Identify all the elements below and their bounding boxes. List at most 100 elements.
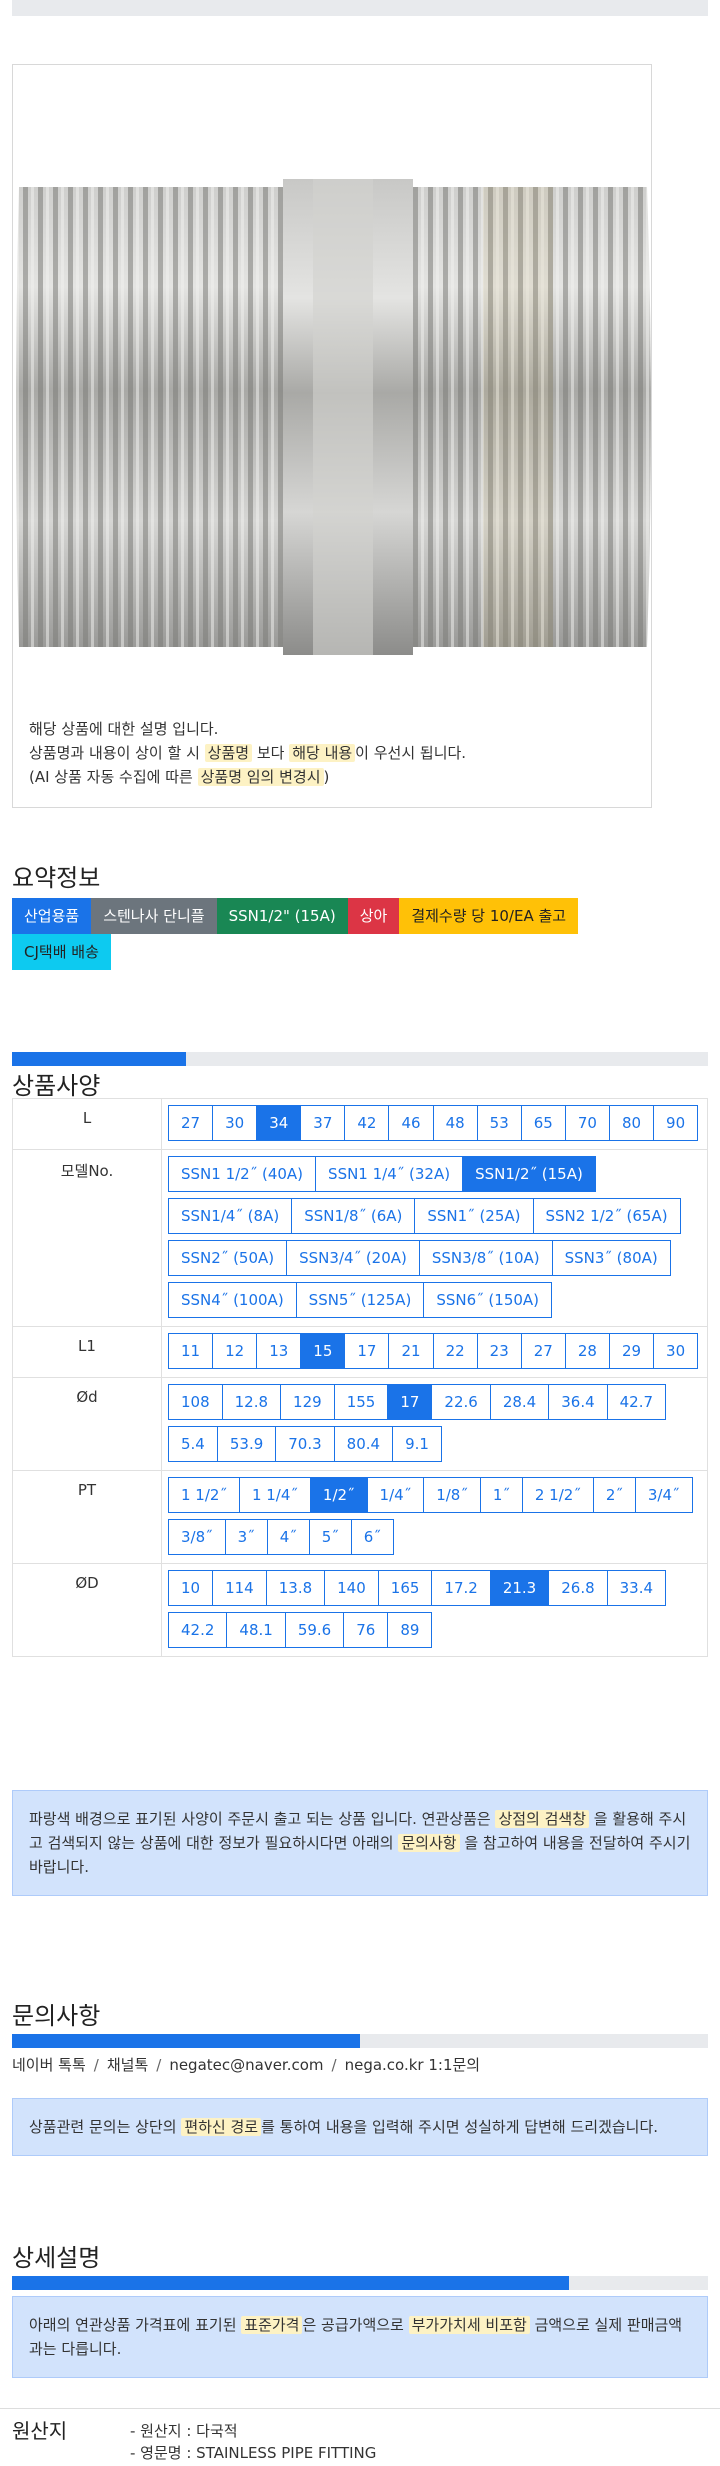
spec-option[interactable]: 108 [168,1384,223,1420]
spec-title: 상품사양 [12,1072,101,1100]
spec-option[interactable]: 37 [300,1105,346,1141]
spec-option[interactable]: 21 [388,1333,434,1369]
spec-progress-bar [12,1052,708,1066]
spec-option[interactable]: 42 [344,1105,390,1141]
spec-option[interactable]: 129 [280,1384,335,1420]
spec-option[interactable]: 30 [212,1105,258,1141]
spec-option[interactable]: SSN1 1/4˝ (32A) [315,1156,464,1192]
spec-option[interactable]: 2˝ [592,1477,636,1513]
spec-option[interactable]: 1 1/4˝ [238,1477,311,1513]
spec-option[interactable]: 140 [324,1570,379,1606]
spec-option[interactable]: SSN2 1/2˝ (65A) [532,1198,681,1234]
spec-option[interactable]: 22 [432,1333,478,1369]
spec-option[interactable]: SSN1˝ (25A) [414,1198,534,1234]
spec-option[interactable]: 3/4˝ [634,1477,693,1513]
spec-option[interactable]: 89 [387,1612,433,1648]
spec-option[interactable]: 59.6 [284,1612,345,1648]
spec-option[interactable]: 9.1 [392,1426,442,1462]
separator: / [156,2056,162,2074]
spec-option[interactable]: SSN1/8˝ (6A) [291,1198,416,1234]
spec-option[interactable]: 12 [212,1333,258,1369]
spec-option[interactable]: SSN4˝ (100A) [168,1282,297,1318]
spec-option[interactable]: SSN5˝ (125A) [295,1282,425,1318]
spec-table: L 27 30 34 37 42 46 48 53 65 70 80 90 모델No. SSN1 1/2˝ … [12,1098,708,1657]
spec-option-selected[interactable]: 21.3 [489,1570,550,1606]
spec-option[interactable]: 53.9 [216,1426,277,1462]
spec-option[interactable]: 4˝ [266,1519,310,1555]
spec-option[interactable]: 53 [476,1105,522,1141]
spec-option[interactable]: 42.7 [606,1384,667,1420]
spec-option-selected[interactable]: 34 [256,1105,302,1141]
spec-option[interactable]: 80.4 [333,1426,394,1462]
spec-option[interactable]: 10 [168,1570,214,1606]
spec-option[interactable]: 46 [388,1105,434,1141]
spec-option[interactable]: 17.2 [431,1570,491,1606]
desc-text: 이 우선시 됩니다. [355,744,467,762]
naver-talk-link[interactable]: 네이버 톡톡 [12,2056,86,2074]
spec-label: PT [12,1470,162,1564]
spec-option[interactable]: 12.8 [221,1384,282,1420]
spec-option[interactable]: 1/4˝ [366,1477,425,1513]
spec-option[interactable]: 48.1 [226,1612,286,1648]
channel-talk-link[interactable]: 채널톡 [107,2056,148,2074]
spec-option[interactable]: 13 [256,1333,302,1369]
spec-option[interactable]: 36.4 [548,1384,608,1420]
origin-title: 원산지 [12,2419,68,2443]
separator: / [93,2056,99,2074]
spec-option[interactable]: 23 [476,1333,522,1369]
spec-row: PT 1 1/2˝ 1 1/4˝ 1/2˝ 1/4˝ 1/8˝ 1˝ 2 1/2˝ 2˝ 3/4˝… [12,1470,708,1564]
spec-option[interactable]: 28 [564,1333,610,1369]
spec-option[interactable]: 3˝ [224,1519,268,1555]
spec-option[interactable]: 26.8 [548,1570,608,1606]
spec-option[interactable]: 165 [377,1570,433,1606]
option-group: 27 30 34 37 42 46 48 53 65 70 80 90 [168,1105,701,1147]
spec-option[interactable]: 155 [333,1384,389,1420]
spec-option[interactable]: SSN6˝ (150A) [423,1282,553,1318]
spec-option[interactable]: 70 [564,1105,610,1141]
spec-option[interactable]: 30 [653,1333,699,1369]
product-image-box: 해당 상품에 대한 설명 입니다. 상품명과 내용이 상이 할 시 상품명 보다… [12,64,652,808]
spec-option[interactable]: 1˝ [479,1477,523,1513]
spec-option[interactable]: 5˝ [308,1519,352,1555]
spec-row: L 27 30 34 37 42 46 48 53 65 70 80 90 [12,1098,708,1150]
spec-option[interactable]: 2 1/2˝ [521,1477,594,1513]
site-inquiry-link[interactable]: nega.co.kr 1:1문의 [345,2056,481,2074]
spec-option[interactable]: 28.4 [489,1384,550,1420]
spec-option[interactable]: 90 [653,1105,699,1141]
spec-option[interactable]: SSN3˝ (80A) [551,1240,671,1276]
spec-option[interactable]: 70.3 [275,1426,335,1462]
spec-option[interactable]: 11 [168,1333,214,1369]
spec-option[interactable]: 33.4 [606,1570,667,1606]
spec-option[interactable]: SSN1/4˝ (8A) [168,1198,293,1234]
spec-option[interactable]: 42.2 [168,1612,228,1648]
summary-chips: 산업용품 스텐나사 단니플 SSN1/2" (15A) 상아 결제수량 당 10/EA … [12,898,652,970]
spec-option[interactable]: 29 [608,1333,655,1369]
spec-option-selected[interactable]: 17 [387,1384,433,1420]
spec-option[interactable]: SSN3/4˝ (20A) [286,1240,420,1276]
spec-option-selected[interactable]: 1/2˝ [309,1477,368,1513]
spec-option[interactable]: 13.8 [265,1570,326,1606]
spec-option[interactable]: 22.6 [431,1384,491,1420]
spec-option[interactable]: 1/8˝ [423,1477,481,1513]
spec-option[interactable]: 3/8˝ [168,1519,226,1555]
spec-option[interactable]: 5.4 [168,1426,218,1462]
spec-option[interactable]: 27 [520,1333,566,1369]
spec-option[interactable]: 6˝ [350,1519,394,1555]
spec-option[interactable]: 1 1/2˝ [168,1477,240,1513]
spec-option[interactable]: 17 [344,1333,390,1369]
spec-option[interactable]: 76 [343,1612,389,1648]
spec-option[interactable]: 27 [168,1105,214,1141]
highlight-text: 상점의 검색창 [495,1810,590,1828]
spec-option[interactable]: 65 [520,1105,566,1141]
spec-option[interactable]: 80 [608,1105,655,1141]
spec-option[interactable]: SSN2˝ (50A) [168,1240,288,1276]
spec-option[interactable]: 48 [432,1105,478,1141]
spec-options: 1 1/2˝ 1 1/4˝ 1/2˝ 1/4˝ 1/8˝ 1˝ 2 1/2˝ 2˝ 3/4˝ 3/… [161,1470,708,1564]
email-link[interactable]: negatec@naver.com [169,2056,323,2074]
spec-option-selected[interactable]: SSN1/2˝ (15A) [462,1156,596,1192]
spec-option[interactable]: SSN1 1/2˝ (40A) [168,1156,317,1192]
spec-label: L1 [12,1326,162,1378]
spec-option-selected[interactable]: 15 [300,1333,346,1369]
spec-option[interactable]: 114 [212,1570,267,1606]
spec-option[interactable]: SSN3/8˝ (10A) [418,1240,553,1276]
